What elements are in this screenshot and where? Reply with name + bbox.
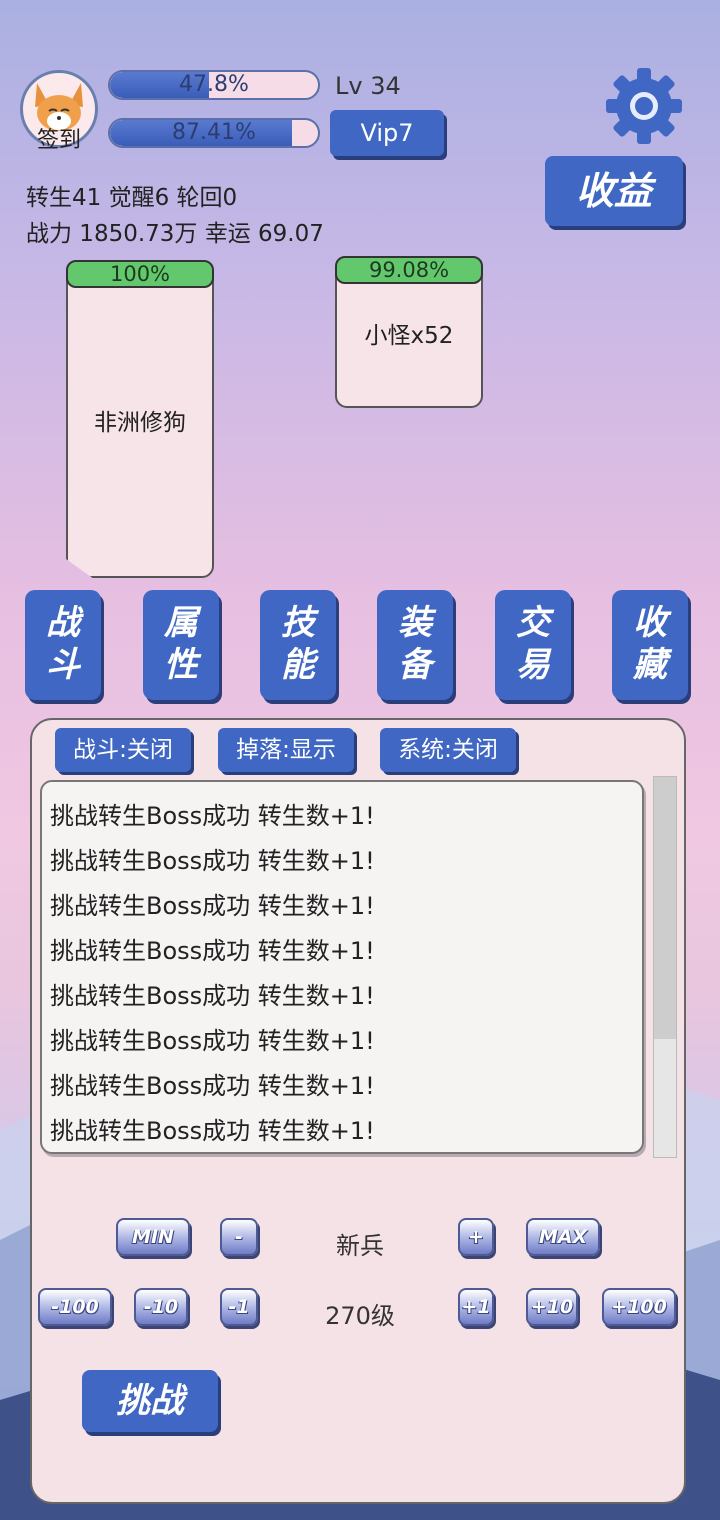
- battle-log-toggle[interactable]: 战斗:关闭: [55, 728, 191, 772]
- nav-battle-label-1: 战: [46, 603, 80, 643]
- log-line: 挑战转生Boss成功 转生数+1!: [50, 892, 375, 920]
- player-name: 非洲修狗: [94, 410, 186, 436]
- player-hp-bar: 100%: [66, 260, 214, 288]
- power-luck-stats: 战力 1850.73万 幸运 69.07: [26, 221, 324, 247]
- level-minus-100-button[interactable]: -100: [38, 1288, 112, 1326]
- gear-icon[interactable]: [604, 66, 684, 146]
- drop-log-toggle[interactable]: 掉落:显示: [218, 728, 354, 772]
- max-type-button[interactable]: MAX: [526, 1218, 600, 1256]
- nav-battle-label-2: 斗: [46, 645, 80, 685]
- log-line: 挑战转生Boss成功 转生数+1!: [50, 937, 375, 965]
- monster-type-label: 新兵: [336, 1232, 384, 1260]
- log-line: 挑战转生Boss成功 转生数+1!: [50, 847, 375, 875]
- nav-equipment-label-2: 备: [398, 645, 432, 685]
- log-line: 挑战转生Boss成功 转生数+1!: [50, 1027, 375, 1055]
- player-card: 非洲修狗: [66, 262, 214, 578]
- level-plus-10-button[interactable]: +10: [526, 1288, 578, 1326]
- nav-attributes-label-2: 性: [164, 645, 198, 685]
- enemy-name: 小怪x52: [364, 323, 454, 349]
- enemy-hp-bar: 99.08%: [335, 256, 483, 284]
- nav-skills-label-1: 技: [281, 603, 315, 643]
- system-log-toggle[interactable]: 系统:关闭: [380, 728, 516, 772]
- nav-collection-label-2: 藏: [633, 645, 667, 685]
- nav-trade-button[interactable]: 交 易: [495, 590, 571, 700]
- log-list[interactable]: 挑战转生Boss成功 转生数+1! 挑战转生Boss成功 转生数+1! 挑战转生…: [40, 780, 644, 1154]
- log-scrollbar-thumb[interactable]: [654, 777, 676, 1039]
- rebirth-stats: 转生41 觉醒6 轮回0: [26, 185, 238, 211]
- log-line: 挑战转生Boss成功 转生数+1!: [50, 982, 375, 1010]
- nav-equipment-label-1: 装: [398, 603, 432, 643]
- level-minus-1-button[interactable]: -1: [220, 1288, 258, 1326]
- nav-battle-button[interactable]: 战 斗: [25, 590, 101, 700]
- monster-level-label: 270级: [325, 1302, 395, 1330]
- level-minus-10-button[interactable]: -10: [134, 1288, 188, 1326]
- challenge-button[interactable]: 挑战: [82, 1370, 218, 1432]
- level-plus-100-button[interactable]: +100: [602, 1288, 676, 1326]
- nav-trade-label-1: 交: [516, 603, 550, 643]
- level-plus-1-button[interactable]: +1: [458, 1288, 494, 1326]
- log-line: 挑战转生Boss成功 转生数+1!: [50, 1117, 375, 1145]
- vip-button[interactable]: Vip7: [330, 110, 444, 156]
- exp-progress-text: 47.8%: [179, 72, 249, 97]
- signin-label[interactable]: 签到: [20, 122, 98, 154]
- nav-equipment-button[interactable]: 装 备: [377, 590, 453, 700]
- nav-collection-label-1: 收: [633, 603, 667, 643]
- nav-attributes-button[interactable]: 属 性: [143, 590, 219, 700]
- income-button[interactable]: 收益: [545, 156, 683, 226]
- nav-skills-button[interactable]: 技 能: [260, 590, 336, 700]
- nav-trade-label-2: 易: [516, 645, 550, 685]
- nav-attributes-label-1: 属: [164, 603, 198, 643]
- level-label: Lv 34: [335, 72, 401, 100]
- exp-progress-bar: 47.8%: [108, 70, 320, 100]
- hp-progress-text: 87.41%: [172, 120, 256, 145]
- nav-skills-label-2: 能: [281, 645, 315, 685]
- prev-type-button[interactable]: -: [220, 1218, 258, 1256]
- min-type-button[interactable]: MIN: [116, 1218, 190, 1256]
- log-line: 挑战转生Boss成功 转生数+1!: [50, 802, 375, 830]
- nav-collection-button[interactable]: 收 藏: [612, 590, 688, 700]
- next-type-button[interactable]: +: [458, 1218, 494, 1256]
- log-line: 挑战转生Boss成功 转生数+1!: [50, 1072, 375, 1100]
- hp-progress-bar: 87.41%: [108, 118, 320, 148]
